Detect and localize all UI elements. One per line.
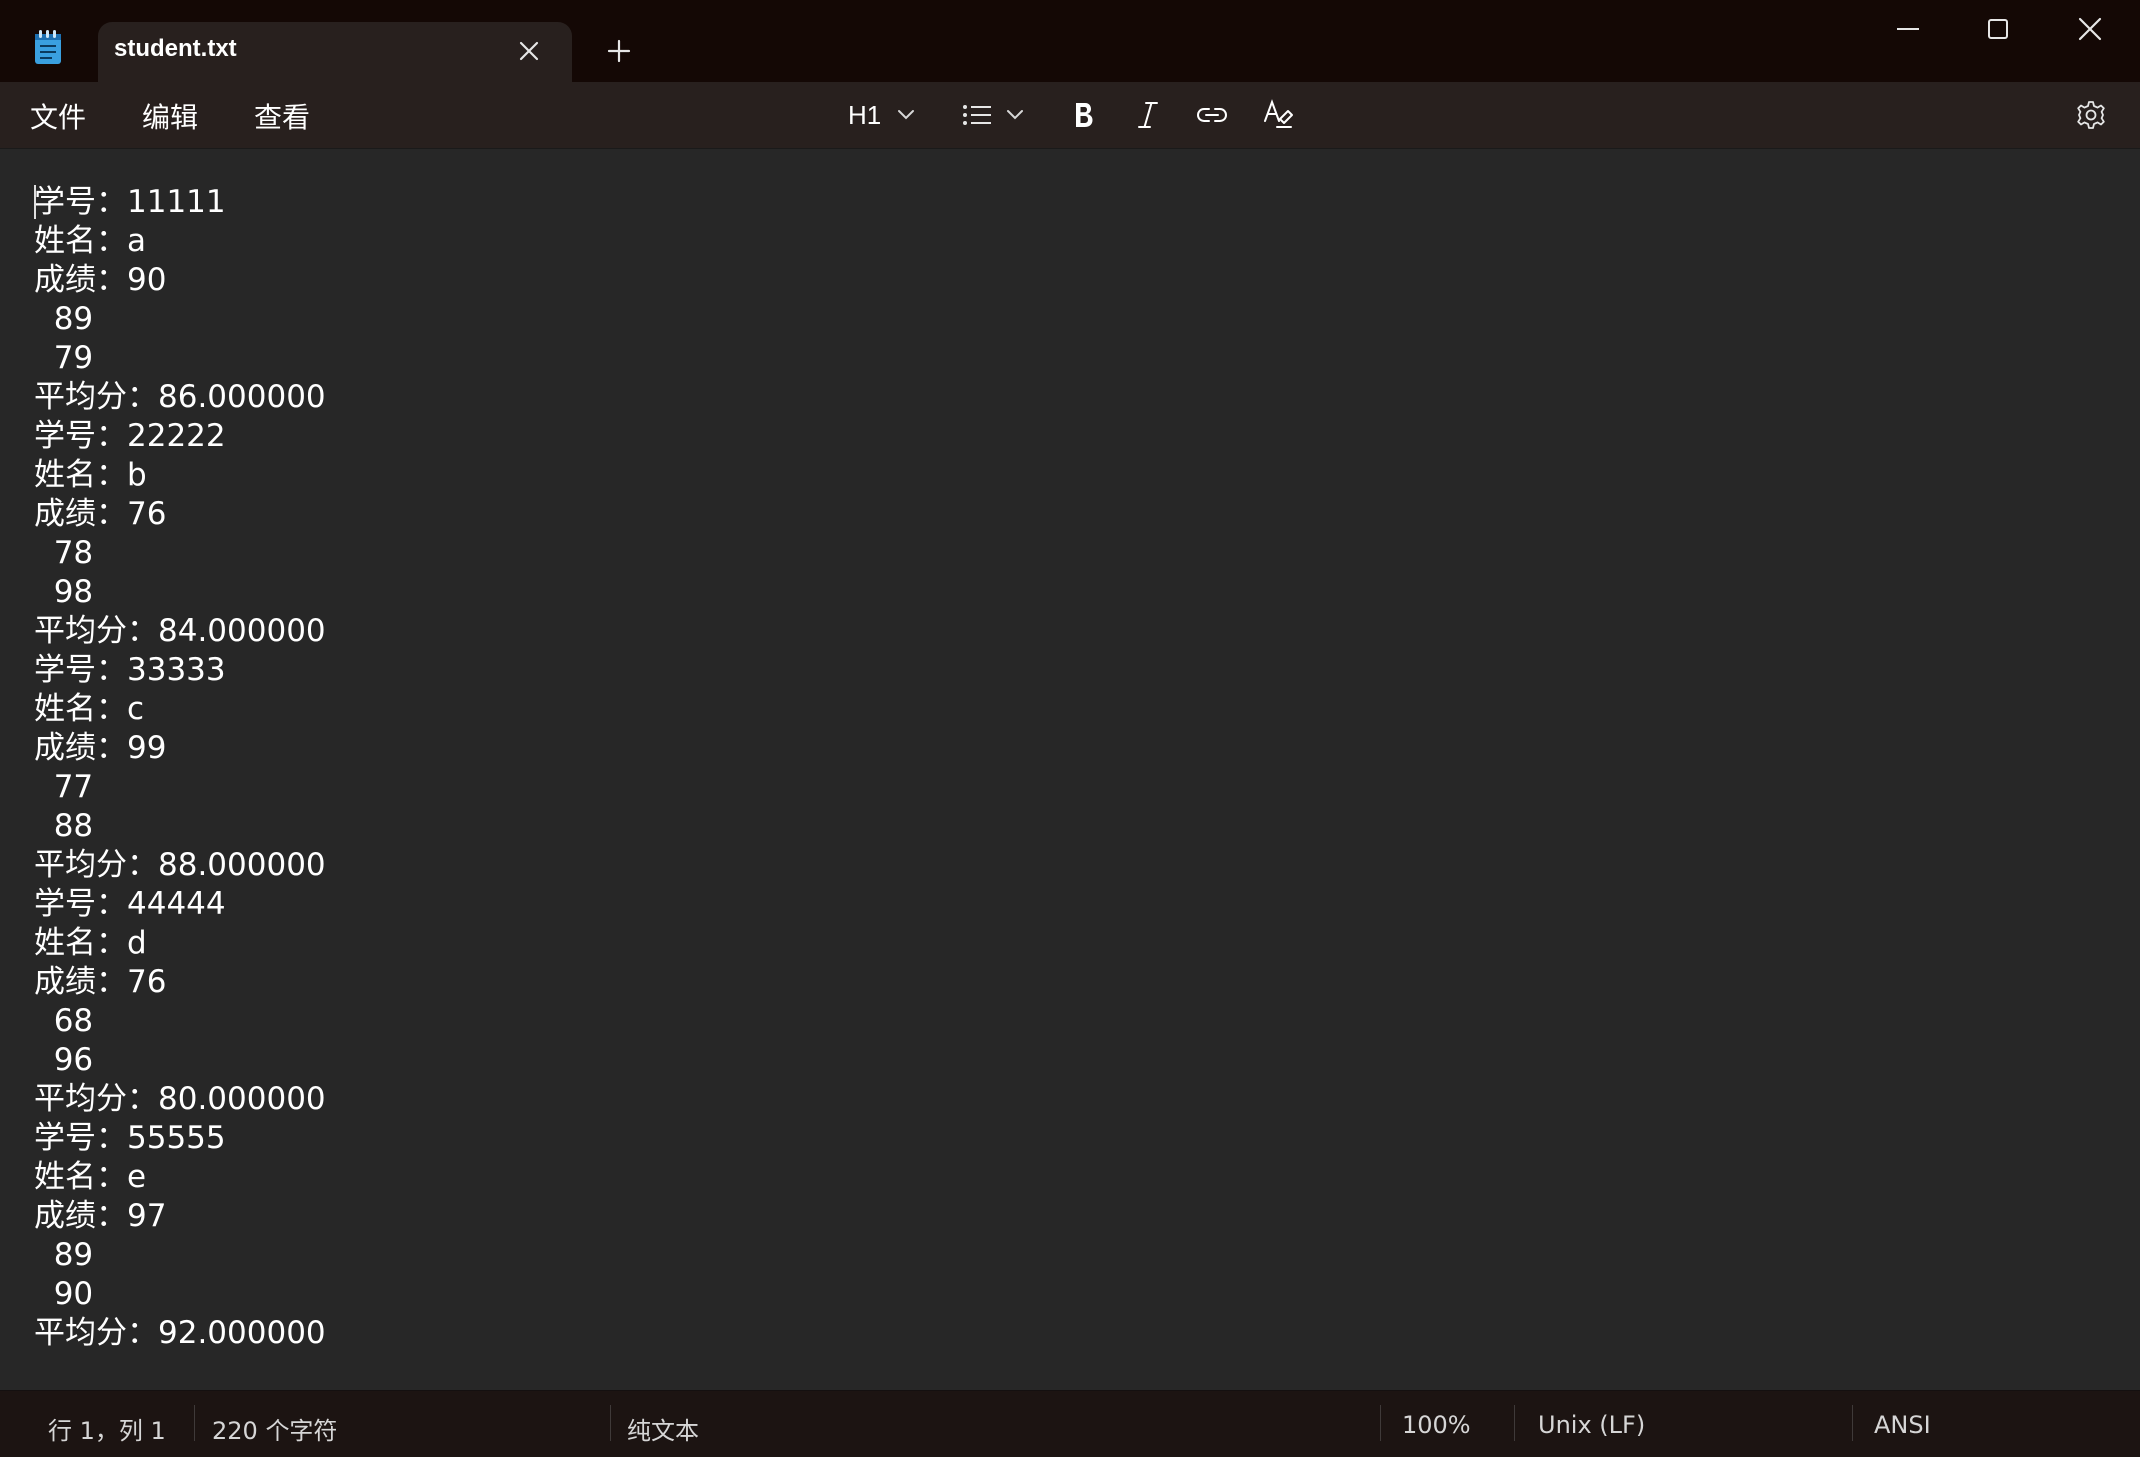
text-line: 姓名：c: [34, 691, 145, 727]
text-line: 平均分：86.000000: [34, 379, 326, 415]
text-line: 姓名：e: [34, 1159, 147, 1195]
chevron-down-icon: [897, 109, 915, 121]
link-button[interactable]: [1196, 94, 1228, 136]
tab-title: student.txt: [114, 35, 237, 62]
text-line: 成绩：76: [34, 964, 167, 1000]
text-line: 88: [34, 808, 94, 844]
heading-label: H1: [848, 99, 882, 130]
text-line: 成绩：90: [34, 262, 167, 298]
text-line: 成绩：97: [34, 1198, 167, 1234]
text-line: 学号：22222: [34, 418, 226, 454]
text-line: 平均分：84.000000: [34, 613, 326, 649]
status-bar: 行 1，列 1 220 个字符 纯文本 100% Unix (LF) ANSI: [0, 1390, 2140, 1457]
text-line: 平均分：92.000000: [34, 1315, 326, 1351]
title-bar: student.txt: [0, 0, 2140, 82]
heading-dropdown[interactable]: H1: [848, 94, 915, 136]
window-close-button[interactable]: [2045, 0, 2135, 58]
text-line: 姓名：b: [34, 457, 147, 493]
character-count: 220 个字符: [212, 1417, 338, 1445]
menu-view[interactable]: 查看: [254, 96, 310, 136]
divider: [1380, 1405, 1381, 1441]
text-line: 89: [34, 1237, 94, 1273]
menu-bar: 文件 编辑 查看 H1: [0, 82, 2140, 149]
text-line: 77: [34, 769, 94, 805]
text-format[interactable]: 纯文本: [627, 1411, 699, 1446]
plus-icon[interactable]: [602, 34, 636, 68]
clear-formatting-button[interactable]: [1262, 94, 1294, 136]
text-line: 学号：44444: [34, 886, 226, 922]
settings-button[interactable]: [2076, 94, 2106, 136]
clear-formatting-icon: [1262, 99, 1294, 131]
text-line: 79: [34, 340, 94, 376]
text-line: 成绩：99: [34, 730, 167, 766]
notepad-icon: [33, 30, 63, 66]
text-line: 平均分：80.000000: [34, 1081, 326, 1117]
text-line: 89: [34, 301, 94, 337]
maximize-button[interactable]: [1953, 0, 2043, 58]
italic-button[interactable]: [1136, 94, 1160, 136]
divider: [610, 1405, 611, 1441]
close-icon[interactable]: [514, 36, 544, 66]
menu-edit[interactable]: 编辑: [142, 96, 198, 136]
text-line: 96: [34, 1042, 94, 1078]
tab-student-txt[interactable]: student.txt: [98, 22, 572, 82]
text-line: 成绩：76: [34, 496, 167, 532]
bulleted-list-icon: [962, 103, 992, 127]
divider: [1852, 1405, 1853, 1441]
menu-file[interactable]: 文件: [30, 96, 86, 136]
notepad-window: student.txt 文件 编辑 查看 H1 学号：11111 姓名：a 成绩…: [0, 0, 2140, 1457]
cursor-position[interactable]: 行 1，列 1: [48, 1411, 166, 1446]
encoding[interactable]: ANSI: [1874, 1411, 1931, 1439]
text-line: 90: [34, 1276, 94, 1312]
bold-icon: [1072, 100, 1096, 130]
chevron-down-icon: [1006, 109, 1024, 121]
text-editor[interactable]: 学号：11111 姓名：a 成绩：90 89 79 平均分：86.000000 学号：2…: [0, 149, 2140, 1390]
line-ending[interactable]: Unix (LF): [1538, 1411, 1645, 1439]
minimize-button[interactable]: [1863, 0, 1953, 58]
zoom-level[interactable]: 100%: [1402, 1411, 1471, 1439]
text-line: 平均分：88.000000: [34, 847, 326, 883]
text-line: 学号：33333: [34, 652, 226, 688]
list-dropdown[interactable]: [962, 94, 1024, 136]
text-line: 姓名：a: [34, 223, 146, 259]
gear-icon: [2076, 100, 2106, 130]
bold-button[interactable]: [1072, 94, 1096, 136]
italic-icon: [1136, 100, 1160, 130]
text-line: 78: [34, 535, 94, 571]
text-line: 学号：55555: [34, 1120, 226, 1156]
text-line: 98: [34, 574, 94, 610]
text-line: 68: [34, 1003, 94, 1039]
link-icon: [1196, 104, 1228, 126]
divider: [194, 1405, 195, 1441]
text-line: 姓名：d: [34, 925, 147, 961]
text-line: 学号：11111: [34, 184, 226, 220]
divider: [1514, 1405, 1515, 1441]
